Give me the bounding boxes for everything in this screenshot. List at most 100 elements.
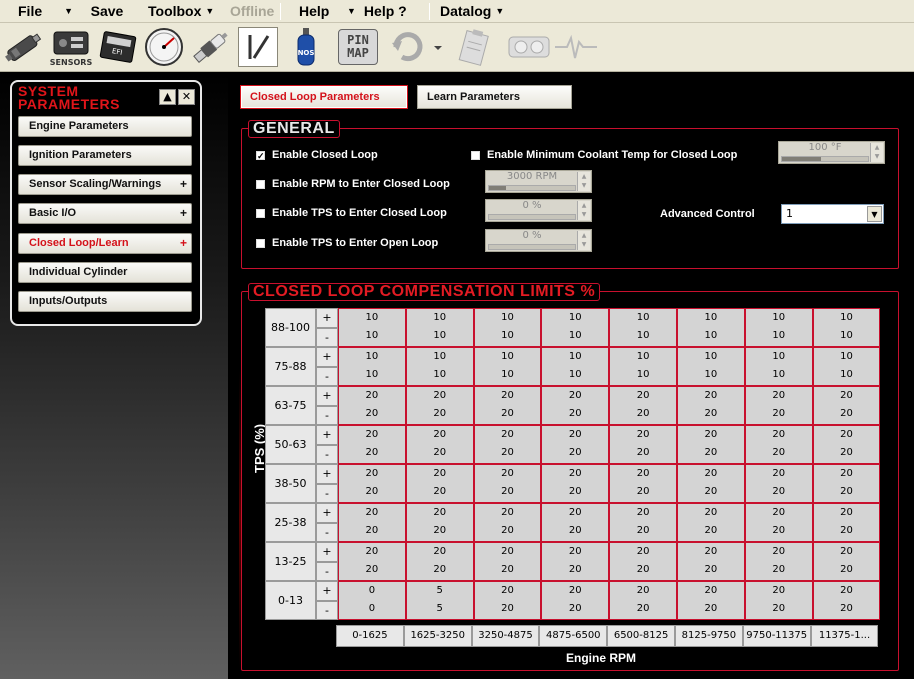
enable-coolant-temp-checkbox[interactable]: Enable Minimum Coolant Temp for Closed L… <box>471 149 737 161</box>
limit-minus-value[interactable]: 20 <box>542 483 608 501</box>
limit-minus-value[interactable]: 10 <box>542 366 608 384</box>
limit-cell[interactable]: 20 20 <box>473 581 542 620</box>
limit-cell[interactable]: 20 20 <box>677 425 745 464</box>
limit-cell[interactable]: 20 20 <box>541 386 610 425</box>
gauge-button[interactable] <box>142 26 186 68</box>
limit-cell[interactable]: 20 20 <box>405 425 474 464</box>
limit-plus-value[interactable]: 20 <box>407 504 473 522</box>
limit-minus-value[interactable]: 20 <box>746 600 812 618</box>
limit-plus-value[interactable]: 10 <box>407 309 473 327</box>
limit-minus-value[interactable]: 20 <box>339 522 405 540</box>
limit-cell[interactable]: 10 10 <box>338 308 406 347</box>
limit-minus-value[interactable]: 20 <box>814 561 880 579</box>
limit-cell[interactable]: 20 20 <box>541 542 610 581</box>
close-panel-button[interactable]: ✕ <box>178 89 195 105</box>
limit-minus-value[interactable]: 20 <box>407 483 473 501</box>
limit-plus-value[interactable]: 20 <box>746 582 812 600</box>
menu-datalog[interactable]: Datalog ▼ <box>434 0 524 23</box>
limit-minus-value[interactable]: 20 <box>339 444 405 462</box>
limit-cell[interactable]: 20 20 <box>338 386 406 425</box>
limit-cell[interactable]: 20 20 <box>405 464 474 503</box>
limit-minus-value[interactable]: 10 <box>678 366 744 384</box>
limit-minus-value[interactable]: 20 <box>542 561 608 579</box>
limit-minus-value[interactable]: 20 <box>814 444 880 462</box>
limit-plus-value[interactable]: 20 <box>678 543 744 561</box>
limit-plus-value[interactable]: 20 <box>339 504 405 522</box>
limit-minus-value[interactable]: 20 <box>610 405 676 423</box>
limit-minus-value[interactable]: 20 <box>339 561 405 579</box>
limit-cell[interactable]: 10 10 <box>405 347 474 386</box>
limit-cell[interactable]: 20 20 <box>744 425 813 464</box>
limit-minus-value[interactable]: 20 <box>678 483 744 501</box>
limit-minus-value[interactable]: 20 <box>678 561 744 579</box>
limit-plus-value[interactable]: 20 <box>542 504 608 522</box>
limit-cell[interactable]: 20 20 <box>812 503 881 542</box>
limit-plus-value[interactable]: 20 <box>746 504 812 522</box>
limit-cell[interactable]: 20 20 <box>744 503 813 542</box>
limit-minus-value[interactable]: 20 <box>678 522 744 540</box>
limit-plus-value[interactable]: 20 <box>678 582 744 600</box>
limit-minus-value[interactable]: 5 <box>407 600 473 618</box>
limit-plus-value[interactable]: 20 <box>610 543 676 561</box>
limit-plus-value[interactable]: 10 <box>814 348 880 366</box>
limit-minus-value[interactable]: 20 <box>814 483 880 501</box>
limit-plus-value[interactable]: 20 <box>814 426 880 444</box>
limit-minus-value[interactable]: 20 <box>814 600 880 618</box>
limit-cell[interactable]: 20 20 <box>812 581 881 620</box>
sidebar-item-closed-loop-learn[interactable]: Closed Loop/Learn + <box>18 233 192 254</box>
limit-cell[interactable]: 10 10 <box>744 308 813 347</box>
limit-plus-value[interactable]: 20 <box>407 465 473 483</box>
limit-minus-value[interactable]: 10 <box>339 366 405 384</box>
limit-minus-value[interactable]: 20 <box>475 444 541 462</box>
limit-plus-value[interactable]: 20 <box>746 387 812 405</box>
limit-minus-value[interactable]: 20 <box>678 444 744 462</box>
limit-minus-value[interactable]: 10 <box>610 366 676 384</box>
limit-minus-value[interactable]: 10 <box>339 327 405 345</box>
limit-cell[interactable]: 20 20 <box>473 464 542 503</box>
limit-cell[interactable]: 20 20 <box>338 425 406 464</box>
limit-minus-value[interactable]: 20 <box>814 405 880 423</box>
limit-plus-value[interactable]: 10 <box>678 348 744 366</box>
limit-minus-value[interactable]: 20 <box>814 522 880 540</box>
limit-minus-value[interactable]: 20 <box>407 405 473 423</box>
limit-minus-value[interactable]: 10 <box>542 327 608 345</box>
limit-cell[interactable]: 10 10 <box>405 308 474 347</box>
limit-cell[interactable]: 20 20 <box>609 386 677 425</box>
limit-plus-value[interactable]: 20 <box>610 582 676 600</box>
limit-plus-value[interactable]: 20 <box>814 504 880 522</box>
limit-minus-value[interactable]: 20 <box>475 522 541 540</box>
limit-cell[interactable]: 10 10 <box>812 347 881 386</box>
limit-plus-value[interactable]: 10 <box>746 309 812 327</box>
limit-minus-value[interactable]: 10 <box>407 366 473 384</box>
limit-cell[interactable]: 20 20 <box>812 542 881 581</box>
limit-minus-value[interactable]: 0 <box>339 600 405 618</box>
limit-cell[interactable]: 10 10 <box>609 308 677 347</box>
enable-rpm-checkbox[interactable]: Enable RPM to Enter Closed Loop <box>256 178 450 190</box>
limit-minus-value[interactable]: 20 <box>475 405 541 423</box>
spark-plug-button[interactable] <box>188 26 234 68</box>
limit-minus-value[interactable]: 20 <box>475 561 541 579</box>
limit-plus-value[interactable]: 20 <box>407 426 473 444</box>
limit-cell[interactable]: 20 20 <box>609 464 677 503</box>
limit-plus-value[interactable]: 20 <box>339 465 405 483</box>
limit-cell[interactable]: 20 20 <box>609 581 677 620</box>
limit-plus-value[interactable]: 20 <box>678 504 744 522</box>
limit-minus-value[interactable]: 20 <box>610 444 676 462</box>
limit-cell[interactable]: 20 20 <box>541 503 610 542</box>
limit-plus-value[interactable]: 20 <box>542 582 608 600</box>
limit-plus-value[interactable]: 20 <box>407 387 473 405</box>
checkbox-box[interactable] <box>471 150 480 160</box>
sensors-button[interactable]: SENSORS <box>48 26 94 68</box>
limit-plus-value[interactable]: 20 <box>542 543 608 561</box>
limit-cell[interactable]: 20 20 <box>744 581 813 620</box>
limit-minus-value[interactable]: 20 <box>542 405 608 423</box>
limit-minus-value[interactable]: 20 <box>407 522 473 540</box>
limit-cell[interactable]: 20 20 <box>677 542 745 581</box>
limit-cell[interactable]: 10 10 <box>338 347 406 386</box>
limit-cell[interactable]: 20 20 <box>541 581 610 620</box>
limit-plus-value[interactable]: 10 <box>339 309 405 327</box>
limit-cell[interactable]: 20 20 <box>609 542 677 581</box>
tab-learn-parameters[interactable]: Learn Parameters <box>417 85 572 109</box>
limit-plus-value[interactable]: 20 <box>475 543 541 561</box>
limit-cell[interactable]: 20 20 <box>744 464 813 503</box>
